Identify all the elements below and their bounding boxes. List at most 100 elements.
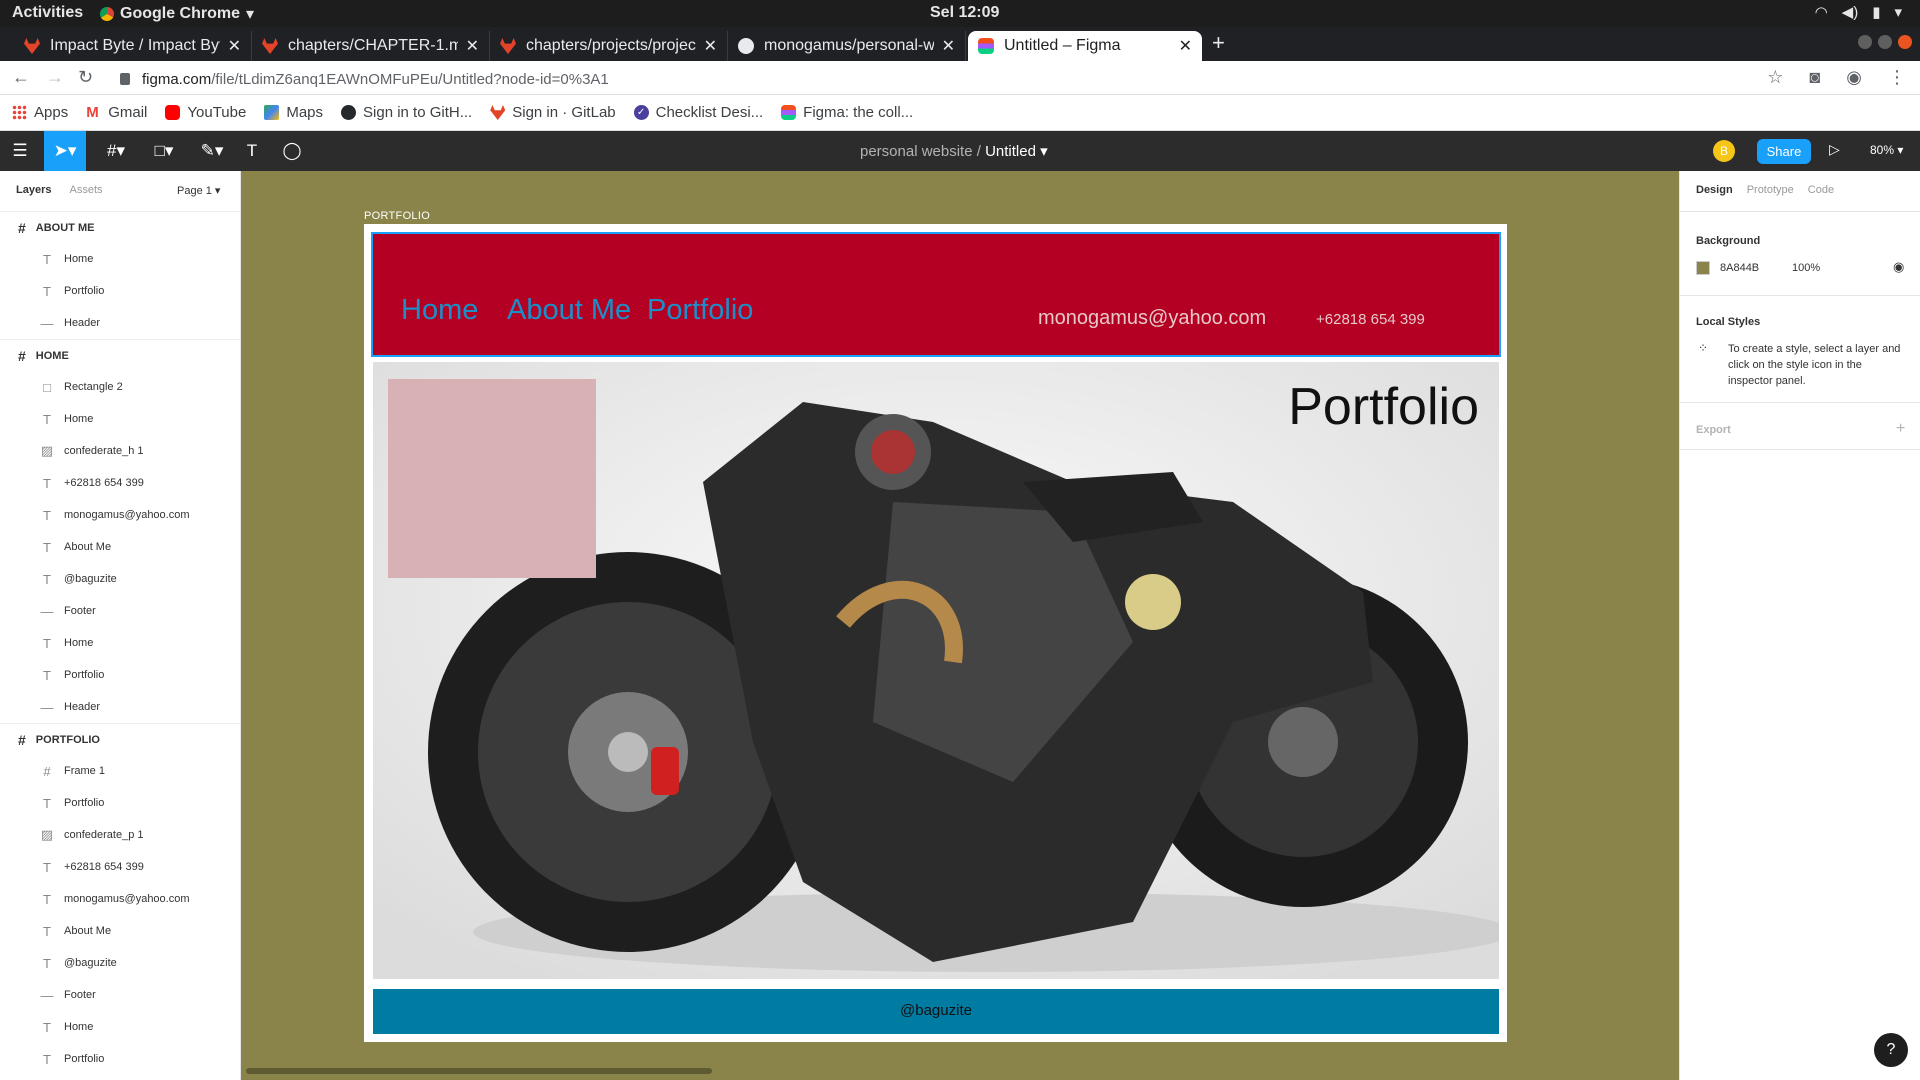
share-button[interactable]: Share [1757,139,1811,164]
browser-tab-active[interactable]: Untitled – Figma ✕ [968,31,1202,61]
layer-row[interactable]: — Header [0,307,240,339]
menu-dots-icon[interactable]: ⋮ [1888,67,1906,88]
rectangle-2[interactable] [388,379,596,578]
system-tray[interactable]: ◠ ◀) ▮ ▾ [1815,3,1902,21]
footer[interactable]: @baguzite [373,989,1499,1034]
hero-image-motorcycle[interactable]: Portfolio [373,362,1499,979]
layer-row[interactable]: T About Me [0,531,240,563]
layer-row[interactable]: ▨ confederate_h 1 [0,435,240,467]
pen-tool-icon[interactable]: ✎▾ [192,131,232,171]
bookmark-github[interactable]: Sign in to GitH... [341,104,472,121]
browser-tab[interactable]: monogamus/personal-web ✕ [728,31,966,61]
close-icon[interactable]: ✕ [1179,36,1192,56]
layer-row[interactable]: T Home [0,627,240,659]
avatar[interactable]: B [1713,140,1735,162]
close-icon[interactable]: ✕ [942,36,955,56]
project-name[interactable]: personal website [860,143,973,160]
layer-row[interactable]: T +62818 654 399 [0,467,240,499]
canvas[interactable]: PORTFOLIO Home About Me Portfolio monoga… [241,171,1679,1080]
layer-row[interactable]: T Portfolio [0,1043,240,1075]
file-name[interactable]: Untitled [985,143,1036,160]
layer-row[interactable]: # Frame 1 [0,755,240,787]
hamburger-menu-icon[interactable]: ☰ [0,131,40,171]
tab-code[interactable]: Code [1808,184,1834,196]
page-selector[interactable]: Page 1 ▾ [177,184,220,197]
eye-icon[interactable]: ◉ [1893,259,1904,275]
layer-row[interactable]: T @baguzite [0,947,240,979]
window-close-button[interactable] [1898,35,1912,49]
new-tab-button[interactable]: + [1212,30,1225,56]
layer-frame-row[interactable]: # HOME [0,339,240,371]
text-tool-icon[interactable]: T [234,131,270,171]
bookmark-gitlab[interactable]: Sign in · GitLab [490,104,616,121]
layer-row[interactable]: — Footer [0,979,240,1011]
footer-handle[interactable]: @baguzite [373,1002,1499,1019]
bookmark-figma[interactable]: Figma: the coll... [781,104,913,121]
layer-row[interactable]: — Footer [0,595,240,627]
profile-icon[interactable]: ◉ [1846,67,1862,88]
move-tool-icon[interactable]: ➤▾ [44,131,86,171]
close-icon[interactable]: ✕ [466,36,479,56]
close-icon[interactable]: ✕ [228,36,241,56]
layer-row[interactable]: T Home [0,243,240,275]
back-icon[interactable]: ← [12,67,30,88]
background-opacity-input[interactable]: 100% [1792,262,1820,274]
layer-row[interactable]: □ Rectangle 2 [0,371,240,403]
tab-assets[interactable]: Assets [69,184,102,196]
maximize-button[interactable] [1878,35,1892,49]
bookmark-gmail[interactable]: M Gmail [86,104,147,121]
bookmark-star-icon[interactable]: ☆ [1767,67,1783,88]
nav-about-me[interactable]: About Me [507,294,631,327]
layer-row[interactable]: T About Me [0,915,240,947]
frame-tool-icon[interactable]: #▾ [96,131,136,171]
portfolio-frame[interactable]: Home About Me Portfolio monogamus@yahoo.… [364,224,1507,1042]
layer-row[interactable]: T @baguzite [0,563,240,595]
forward-icon[interactable]: → [46,67,64,88]
layer-row[interactable]: Tmonogamus@yahoo.com [0,883,240,915]
layer-row[interactable]: T Home [0,1011,240,1043]
layer-row[interactable]: T Portfolio [0,275,240,307]
browser-tab[interactable]: Impact Byte / Impact Byte ✕ [14,31,252,61]
tab-design[interactable]: Design [1696,184,1733,196]
rectangle-tool-icon[interactable]: □▾ [144,131,184,171]
browser-tab[interactable]: chapters/projects/project ✕ [490,31,728,61]
bookmark-youtube[interactable]: YouTube [165,104,246,121]
export-heading[interactable]: Export [1696,424,1731,436]
nav-home[interactable]: Home [401,294,478,327]
url-input[interactable]: figma.com /file/tLdimZ6anq1EAWnOMFuPEu/U… [120,66,1760,92]
tab-layers[interactable]: Layers [16,184,51,196]
layer-row[interactable]: ▨ confederate_p 1 [0,819,240,851]
bookmark-checklist[interactable]: ✓ Checklist Desi... [633,104,763,121]
activities-button[interactable]: Activities [12,4,83,22]
zoom-dropdown[interactable]: 80% ▾ [1870,143,1903,157]
clock[interactable]: Sel 12:09 [930,4,999,22]
layer-row[interactable]: T Home [0,403,240,435]
app-menu[interactable]: Google Chrome ▾ [100,4,254,24]
present-play-icon[interactable]: ▷ [1829,141,1840,158]
frame-label[interactable]: PORTFOLIO [364,210,430,222]
camera-icon[interactable]: ◙ [1809,67,1820,88]
header[interactable]: Home About Me Portfolio monogamus@yahoo.… [371,232,1501,357]
minimize-button[interactable] [1858,35,1872,49]
help-button[interactable]: ? [1874,1033,1908,1067]
layer-row[interactable]: — Header [0,691,240,723]
hero-title[interactable]: Portfolio [1288,377,1479,437]
header-email[interactable]: monogamus@yahoo.com [1038,307,1266,330]
background-color-swatch[interactable] [1696,261,1710,275]
layer-row[interactable]: T Portfolio [0,659,240,691]
chevron-down-icon[interactable]: ▾ [1040,143,1048,160]
header-phone[interactable]: +62818 654 399 [1316,311,1425,328]
bookmark-apps[interactable]: Apps [12,104,68,121]
nav-portfolio[interactable]: Portfolio [647,294,753,327]
horizontal-scrollbar[interactable] [246,1068,712,1074]
browser-tab[interactable]: chapters/CHAPTER-1.md ✕ [252,31,490,61]
layer-row[interactable]: Tmonogamus@yahoo.com [0,499,240,531]
layer-row[interactable]: T Portfolio [0,787,240,819]
add-export-icon[interactable]: + [1896,420,1905,438]
tab-prototype[interactable]: Prototype [1747,184,1794,196]
background-hex-input[interactable]: 8A844B [1720,262,1759,274]
reload-icon[interactable]: ↻ [78,67,93,88]
close-icon[interactable]: ✕ [704,36,717,56]
layer-row[interactable]: T +62818 654 399 [0,851,240,883]
layer-frame-row[interactable]: # PORTFOLIO [0,723,240,755]
